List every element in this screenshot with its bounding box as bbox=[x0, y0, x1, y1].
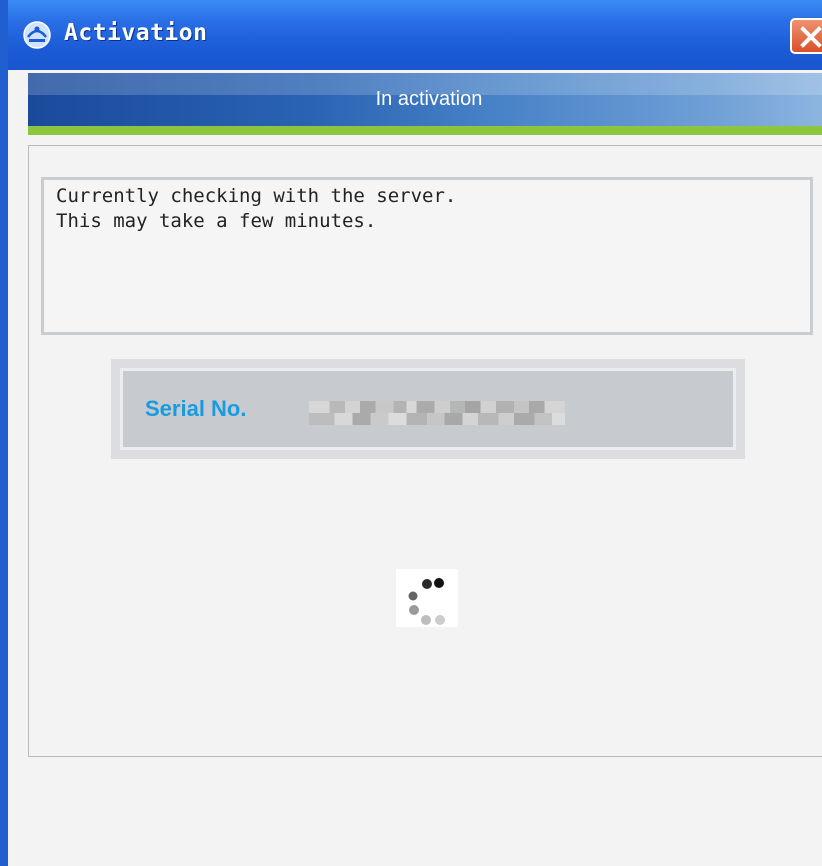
activation-window: Activation In activation Currently check… bbox=[0, 0, 822, 866]
message-line-2: This may take a few minutes. bbox=[56, 210, 377, 232]
message-line-1: Currently checking with the server. bbox=[56, 185, 457, 207]
loading-spinner-icon bbox=[396, 569, 458, 627]
title-bar[interactable]: Activation bbox=[8, 0, 822, 70]
message-box: Currently checking with the server. This… bbox=[41, 177, 813, 335]
accent-divider bbox=[28, 126, 822, 135]
message-text: Currently checking with the server. This… bbox=[56, 184, 456, 234]
footer-area bbox=[28, 757, 822, 866]
app-logo-icon bbox=[22, 20, 52, 50]
status-title: In activation bbox=[375, 88, 483, 110]
serial-panel: Serial No. bbox=[111, 359, 745, 459]
window-title: Activation bbox=[64, 20, 208, 46]
close-button[interactable] bbox=[790, 18, 822, 54]
serial-inner: Serial No. bbox=[120, 368, 736, 450]
close-icon bbox=[800, 26, 822, 48]
serial-value-redacted bbox=[309, 401, 565, 425]
status-header: In activation bbox=[28, 73, 822, 126]
serial-label: Serial No. bbox=[145, 396, 247, 421]
